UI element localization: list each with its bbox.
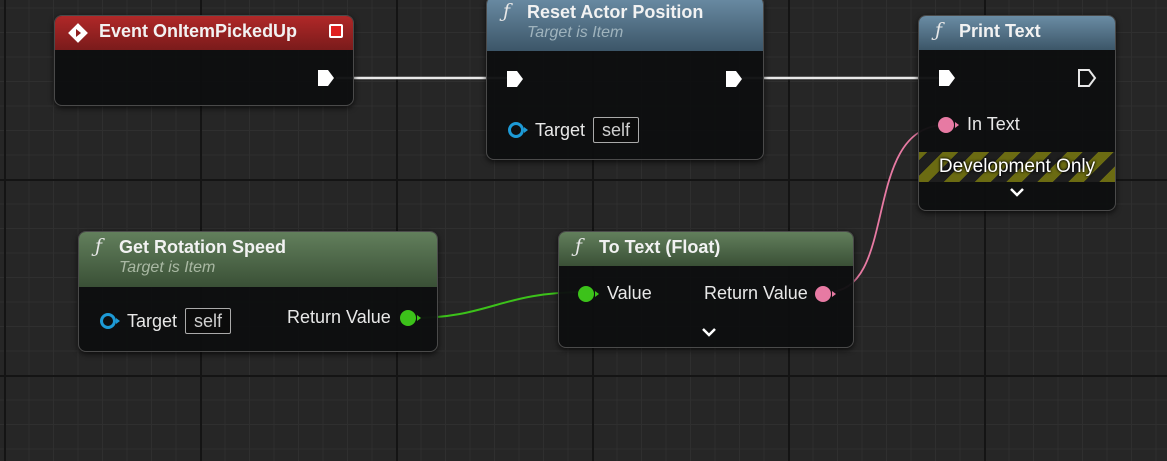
development-only-banner: Development Only <box>919 152 1115 182</box>
getrot-node-header[interactable]: ƒ Get Rotation Speed Target is Item <box>79 232 437 287</box>
event-node[interactable]: Event OnItemPickedUp <box>54 15 354 106</box>
event-node-title: Event OnItemPickedUp <box>99 21 298 41</box>
event-diamond-icon <box>68 23 88 43</box>
in-text-label: In Text <box>967 114 1020 134</box>
function-icon: ƒ <box>935 19 943 41</box>
target-pin-row: Target self <box>507 117 640 143</box>
function-icon: ƒ <box>95 235 103 257</box>
object-pin-icon[interactable] <box>99 312 121 330</box>
function-icon: ƒ <box>503 0 511 22</box>
text-pin-icon[interactable] <box>814 285 838 303</box>
reset-node-header[interactable]: ƒ Reset Actor Position Target is Item <box>487 0 763 51</box>
get-rotation-speed-node[interactable]: ƒ Get Rotation Speed Target is Item Targ… <box>78 231 438 352</box>
return-value-label: Return Value <box>287 307 391 327</box>
exec-in-pin[interactable] <box>505 69 525 89</box>
exec-in-pin[interactable] <box>937 68 957 88</box>
print-node-header[interactable]: ƒ Print Text <box>919 16 1115 50</box>
text-pin-icon[interactable] <box>937 116 961 134</box>
float-pin-icon[interactable] <box>399 309 423 327</box>
chevron-down-icon[interactable] <box>701 326 717 338</box>
reset-node-subtitle: Target is Item <box>527 24 624 41</box>
in-text-pin-row: In Text <box>937 114 1020 135</box>
return-value-pin-row: Return Value <box>704 283 838 304</box>
target-pin-row: Target self <box>99 308 232 334</box>
float-pin-icon[interactable] <box>577 285 601 303</box>
totext-node-header[interactable]: ƒ To Text (Float) <box>559 232 853 266</box>
exec-out-pin[interactable] <box>724 69 744 89</box>
value-label: Value <box>607 283 652 303</box>
reset-node-title: Reset Actor Position <box>527 2 704 22</box>
chevron-down-icon[interactable] <box>1009 186 1025 198</box>
development-only-label: Development Only <box>938 156 1096 177</box>
target-self-field[interactable]: self <box>593 117 640 143</box>
print-text-node[interactable]: ƒ Print Text In Text Development Only <box>918 15 1116 211</box>
getrot-node-subtitle: Target is Item <box>119 259 216 276</box>
totext-node-title: To Text (Float) <box>599 237 721 257</box>
target-label: Target <box>127 310 178 331</box>
to-text-float-node[interactable]: ƒ To Text (Float) Value Return Value <box>558 231 854 348</box>
exec-out-pin[interactable] <box>316 68 336 88</box>
delegate-square-icon[interactable] <box>329 24 343 38</box>
target-label: Target <box>535 119 586 140</box>
target-self-field[interactable]: self <box>185 308 232 334</box>
print-node-title: Print Text <box>959 21 1041 41</box>
event-node-header[interactable]: Event OnItemPickedUp <box>55 16 353 50</box>
reset-actor-position-node[interactable]: ƒ Reset Actor Position Target is Item Ta… <box>486 0 764 160</box>
function-icon: ƒ <box>575 235 583 257</box>
getrot-node-title: Get Rotation Speed <box>119 237 287 257</box>
return-value-pin-row: Return Value <box>287 307 423 328</box>
value-pin-row: Value <box>577 283 652 304</box>
exec-out-pin[interactable] <box>1077 68 1097 88</box>
object-pin-icon[interactable] <box>507 121 529 139</box>
return-value-label: Return Value <box>704 283 808 303</box>
